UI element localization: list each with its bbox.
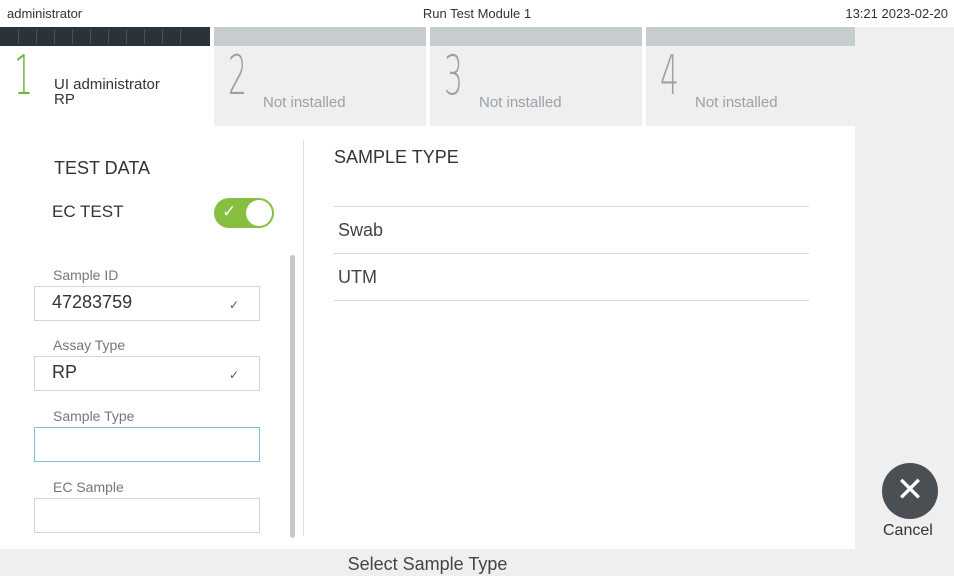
instruction-text: Select Sample Type xyxy=(347,554,508,574)
sample-id-value: 47283759 xyxy=(52,292,133,312)
sample-type-field[interactable] xyxy=(34,427,260,462)
tab-status-label: Not installed xyxy=(695,94,778,111)
check-icon: ✓ xyxy=(228,298,239,312)
ec-sample-label: EC Sample xyxy=(53,479,124,495)
tab-number: 3 xyxy=(444,44,463,107)
tab-number: 4 xyxy=(660,44,679,107)
sample-id-label: Sample ID xyxy=(53,267,119,283)
check-icon: ✓ xyxy=(228,368,239,382)
ec-test-label: EC TEST xyxy=(52,202,124,221)
tab-number: 2 xyxy=(228,44,247,107)
option-label: Swab xyxy=(338,220,384,240)
status-bar: administrator Run Test Module 1 13:21 20… xyxy=(0,0,954,27)
sample-id-field[interactable]: 47283759 ✓ xyxy=(34,286,260,321)
sample-type-label: Sample Type xyxy=(53,408,135,424)
instruction-bar: Select Sample Type xyxy=(0,549,855,576)
window-title: Run Test Module 1 xyxy=(422,6,532,21)
assay-type-field[interactable]: RP ✓ xyxy=(34,356,260,391)
cancel-label[interactable]: Cancel xyxy=(883,522,933,540)
tab-module-3[interactable]: 3 Not installed xyxy=(430,27,642,126)
tab-module-4[interactable]: 4 Not installed xyxy=(646,27,855,126)
tab-assay-label: RP xyxy=(54,91,75,108)
test-data-heading: TEST DATA xyxy=(54,158,151,178)
sample-type-option-utm[interactable]: UTM xyxy=(334,253,809,301)
tab-status-label: Not installed xyxy=(479,94,562,111)
assay-type-label: Assay Type xyxy=(53,337,126,353)
sample-type-option-swab[interactable]: Swab xyxy=(334,206,809,254)
tab-module-1[interactable]: 1 UI administrator RP xyxy=(0,27,210,126)
clock: 13:21 2023-02-20 xyxy=(845,6,948,21)
ec-test-toggle[interactable]: ✓ xyxy=(214,198,274,228)
tab-module-2[interactable]: 2 Not installed xyxy=(214,27,426,126)
left-panel-scrollbar[interactable] xyxy=(290,255,295,538)
module-tabs: 1 UI administrator RP 2 Not installed 3 … xyxy=(0,27,855,126)
sample-type-heading: SAMPLE TYPE xyxy=(334,147,459,167)
list-divider xyxy=(334,300,809,301)
tab-status-label: Not installed xyxy=(263,94,346,111)
ec-sample-field[interactable] xyxy=(34,498,260,533)
tab-number: 1 xyxy=(14,44,33,107)
close-icon: ✕ xyxy=(895,470,925,510)
assay-type-value: RP xyxy=(52,362,78,382)
toggle-knob xyxy=(246,200,272,226)
option-label: UTM xyxy=(338,267,377,287)
check-icon: ✓ xyxy=(222,202,237,222)
cancel-button[interactable]: ✕ xyxy=(882,463,938,519)
panel-divider xyxy=(303,140,304,536)
